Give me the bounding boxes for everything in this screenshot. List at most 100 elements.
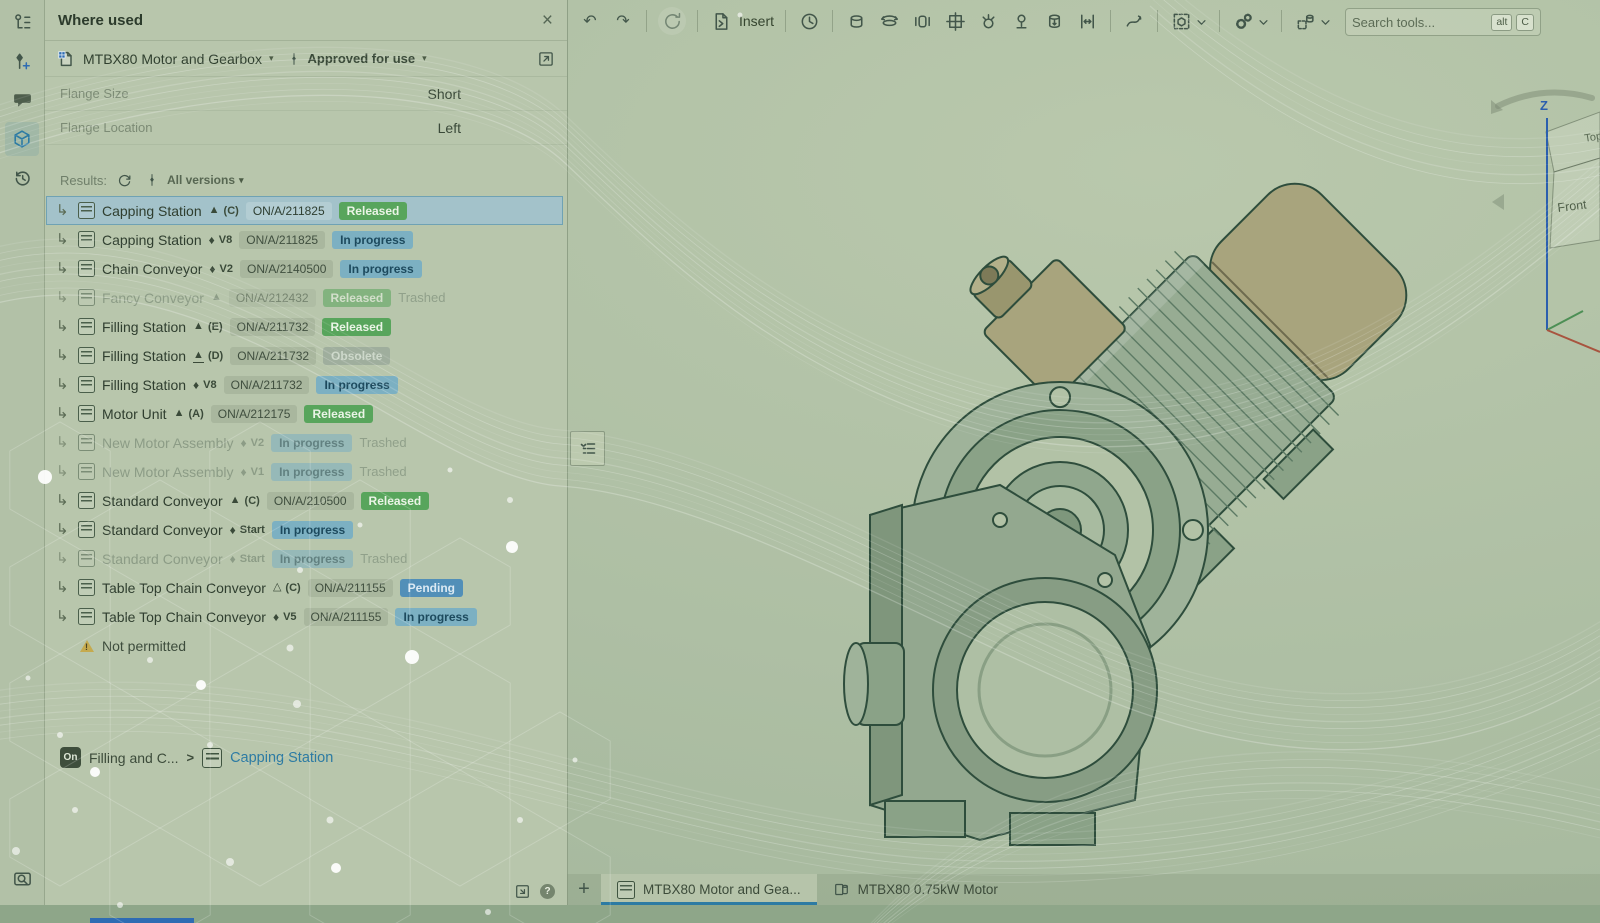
- versions-filter[interactable]: All versions▾: [167, 173, 244, 187]
- tab-bar: + MTBX80 Motor and Gea... MTBX80 0.75kW …: [567, 874, 1600, 905]
- tab-active[interactable]: MTBX80 Motor and Gea...: [601, 874, 817, 905]
- version-icon: ♦: [273, 611, 279, 623]
- snap-mode-button[interactable]: [1122, 9, 1146, 33]
- where-used-result-row[interactable]: ↳Fancy Conveyor▲ON/A/212432ReleasedTrash…: [46, 283, 563, 312]
- result-name: Capping Station: [102, 232, 202, 248]
- where-used-result-row[interactable]: ↳Standard Conveyor♦StartIn progressTrash…: [46, 544, 563, 573]
- enter-arrow-icon: ↳: [56, 464, 71, 479]
- enter-arrow-icon: ↳: [56, 551, 71, 566]
- slider-mate-button[interactable]: [910, 9, 934, 33]
- revolute-mate-button[interactable]: [877, 9, 901, 33]
- revolute-mate-icon: [877, 9, 901, 33]
- undo-button[interactable]: ↶: [578, 9, 602, 33]
- panel-footer: ?: [514, 883, 555, 900]
- where-used-result-row[interactable]: ↳Chain Conveyor♦V2ON/A/2140500In progres…: [46, 254, 563, 283]
- comments-icon[interactable]: [5, 83, 39, 117]
- where-used-result-row[interactable]: ↳Filling Station♦V8ON/A/211732In progres…: [46, 370, 563, 399]
- where-used-result-row[interactable]: ↳Table Top Chain Conveyor△(C)ON/A/211155…: [46, 573, 563, 602]
- insert-button[interactable]: Insert: [709, 9, 774, 33]
- toolbar-separator: [697, 10, 698, 32]
- version-state-selector[interactable]: Approved for use: [308, 51, 416, 66]
- where-used-result-row[interactable]: ↳Filling Station▲(D)ON/A/211732Obsolete: [46, 341, 563, 370]
- open-panel-icon[interactable]: [537, 50, 555, 68]
- named-positions-button[interactable]: [1231, 9, 1270, 33]
- view-cube[interactable]: Top Front Z: [1488, 80, 1600, 370]
- config-row: Flange Location Left: [44, 111, 567, 145]
- context-document-selector[interactable]: MTBX80 Motor and Gearbox: [83, 51, 262, 67]
- chevron-down-icon[interactable]: [1257, 15, 1270, 28]
- search-input[interactable]: Search tools...: [1352, 15, 1487, 30]
- trashed-label: Trashed: [398, 290, 445, 305]
- assembly-doc-icon: [78, 231, 95, 248]
- revision-released-icon: ▲: [211, 292, 222, 303]
- assembly-doc-icon: [78, 492, 95, 509]
- pin-slot-mate-icon: [1009, 9, 1033, 33]
- results-label: Results:: [60, 173, 107, 188]
- shortcut-key-alt: alt: [1491, 14, 1512, 31]
- history-icon[interactable]: [5, 161, 39, 195]
- version-icon: ♦: [240, 437, 246, 449]
- breadcrumb-current-link[interactable]: Capping Station: [230, 750, 333, 766]
- help-icon[interactable]: ?: [540, 884, 555, 899]
- float-panel-icon[interactable]: [514, 883, 531, 900]
- tangent-mate-button[interactable]: [1075, 9, 1099, 33]
- result-name: Standard Conveyor: [102, 551, 223, 567]
- rotate-button[interactable]: [658, 7, 686, 35]
- mate-button[interactable]: [797, 9, 821, 33]
- where-used-icon[interactable]: [5, 122, 39, 156]
- select-group-button[interactable]: [1169, 9, 1208, 33]
- search-icon[interactable]: [5, 861, 39, 895]
- rotate-left-arrow[interactable]: [1492, 194, 1504, 210]
- viewport-3d-model[interactable]: [840, 175, 1440, 865]
- where-used-result-row[interactable]: ↳Standard Conveyor▲(C)ON/A/210500Release…: [46, 486, 563, 515]
- pin-slot-mate-button[interactable]: [1009, 9, 1033, 33]
- exploded-view-button[interactable]: [1293, 9, 1332, 33]
- fastened-mate-button[interactable]: [844, 9, 868, 33]
- redo-button[interactable]: ↷: [611, 9, 635, 33]
- toolbar-separator: [646, 10, 647, 32]
- chevron-down-icon[interactable]: [1319, 15, 1332, 28]
- where-used-result-row[interactable]: ↳New Motor Assembly♦V1In progressTrashed: [46, 457, 563, 486]
- planar-mate-button[interactable]: [943, 9, 967, 33]
- where-used-result-row[interactable]: ↳Capping Station▲(C)ON/A/211825Released: [46, 196, 563, 225]
- where-used-result-row[interactable]: ↳Table Top Chain Conveyor♦V5ON/A/211155I…: [46, 602, 563, 631]
- status-badge: Pending: [400, 579, 463, 597]
- config-row: Flange Size Short: [44, 77, 567, 111]
- enter-arrow-icon: ↳: [56, 319, 71, 334]
- assembly-doc-icon: [78, 579, 95, 596]
- create-version-icon[interactable]: [5, 44, 39, 78]
- tab-inactive[interactable]: MTBX80 0.75kW Motor: [817, 874, 1014, 905]
- revision-label: (D): [208, 350, 223, 362]
- status-badge: In progress: [395, 608, 476, 626]
- redo-icon: ↷: [611, 9, 635, 33]
- shortcut-key-c: C: [1516, 14, 1534, 31]
- enter-arrow-icon: ↳: [56, 232, 71, 247]
- instance-list-flyout-button[interactable]: [570, 431, 605, 466]
- add-tab-button[interactable]: +: [567, 874, 601, 905]
- snap-mode-icon: [1122, 9, 1146, 33]
- chevron-down-icon[interactable]: [1195, 15, 1208, 28]
- context-row: MTBX80 Motor and Gearbox ▾ Approved for …: [44, 41, 567, 77]
- search-tools-box[interactable]: Search tools... alt C: [1345, 8, 1541, 36]
- revision-pending-icon: △: [273, 582, 281, 593]
- where-used-result-row[interactable]: ↳Filling Station▲(E)ON/A/211732Released: [46, 312, 563, 341]
- assembly-doc-icon: [78, 260, 95, 277]
- document-icon: [56, 49, 76, 69]
- refresh-icon[interactable]: [116, 172, 133, 189]
- where-used-result-row[interactable]: ↳New Motor Assembly♦V2In progressTrashed: [46, 428, 563, 457]
- cylindrical-mate-button[interactable]: [1042, 9, 1066, 33]
- close-icon[interactable]: ×: [542, 11, 553, 30]
- assembly-doc-icon: [202, 748, 222, 768]
- ball-mate-button[interactable]: [976, 9, 1000, 33]
- version-icon: ♦: [240, 466, 246, 478]
- mate-icon: [797, 9, 821, 33]
- revision-label: (A): [188, 408, 203, 420]
- where-used-result-row[interactable]: ↳Standard Conveyor♦StartIn progress: [46, 515, 563, 544]
- structure-tree-icon[interactable]: [5, 5, 39, 39]
- breadcrumb-root[interactable]: Filling and C...: [89, 750, 178, 766]
- tab-label: MTBX80 Motor and Gea...: [643, 882, 801, 897]
- chevron-down-icon: ▾: [422, 53, 427, 64]
- result-name: Filling Station: [102, 319, 186, 335]
- where-used-result-row[interactable]: ↳Motor Unit▲(A)ON/A/212175Released: [46, 399, 563, 428]
- where-used-result-row[interactable]: ↳Capping Station♦V8ON/A/211825In progres…: [46, 225, 563, 254]
